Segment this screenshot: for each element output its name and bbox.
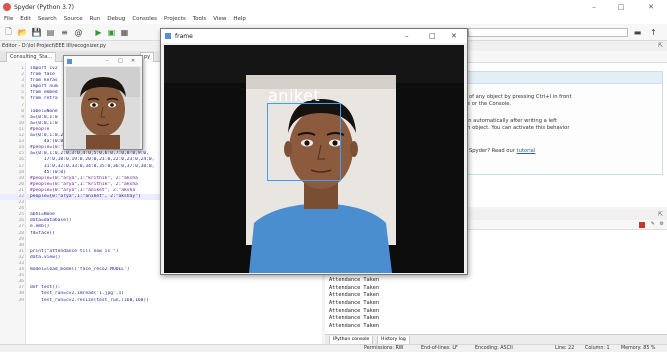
frame-minimize-button[interactable]: – xyxy=(405,32,409,40)
code-line[interactable]: 39 test_run=cv2.resize(test_run,(160,160… xyxy=(0,298,322,304)
face-crop-image xyxy=(66,67,140,149)
status-line: Line: 22 xyxy=(555,346,575,351)
console-tabs: IPython console History log xyxy=(325,334,667,345)
frame-maximize-button[interactable]: □ xyxy=(429,32,436,40)
working-directory-field[interactable] xyxy=(468,28,628,37)
window-title-bar: Spyder (Python 3.7) – □ ✕ xyxy=(0,0,667,14)
run-icon[interactable]: ▶ xyxy=(93,27,104,38)
status-encoding: Encoding: ASCII xyxy=(475,346,513,351)
status-bar: Permissions: RW End-of-lines: LF Encodin… xyxy=(0,344,667,352)
console-line: Attendance Taken xyxy=(329,284,379,291)
console-line: Attendance Taken xyxy=(329,322,379,329)
opencv-window-icon xyxy=(67,58,72,64)
menu-tools[interactable]: Tools xyxy=(193,16,207,22)
pane-float-icon[interactable]: ⇱ xyxy=(658,42,663,49)
frame-window-title-bar[interactable]: frame – □ ✕ xyxy=(161,29,467,43)
spyder-desktop: Spyder (Python 3.7) – □ ✕ File Edit Search… xyxy=(0,0,667,352)
parent-directory-icon[interactable]: ↑ xyxy=(648,27,659,38)
status-permissions: Permissions: RW xyxy=(364,346,404,351)
menu-debug[interactable]: Debug xyxy=(107,16,125,22)
menu-search[interactable]: Search xyxy=(38,16,57,22)
help-card-header xyxy=(456,72,662,84)
wrench-icon[interactable]: ✎ xyxy=(651,221,655,227)
console-line: Attendance Taken xyxy=(329,315,379,322)
help-intro-card: p of any object by pressing Ctrl+I in fr… xyxy=(455,71,663,175)
help-text-4: an object. You can activate this behavio… xyxy=(464,125,570,131)
face-minimize-button[interactable]: – xyxy=(106,58,109,64)
console-line: Attendance Taken xyxy=(329,299,379,306)
tutorial-link[interactable]: tutorial xyxy=(517,148,536,154)
opencv-frame-icon xyxy=(165,33,171,39)
frame-window-title: frame xyxy=(175,32,193,40)
browse-folder-icon[interactable]: ▬ xyxy=(632,27,643,38)
status-column: Column: 1 xyxy=(585,346,610,351)
help-text-3: wn automatically after writing a left xyxy=(464,118,557,124)
save-icon[interactable]: 💾 xyxy=(31,27,42,38)
save-all-icon[interactable]: ▤ xyxy=(45,27,56,38)
list-icon[interactable]: ≡ xyxy=(59,27,70,38)
help-text-1: p of any object by pressing Ctrl+I in fr… xyxy=(464,94,572,100)
menu-help[interactable]: Help xyxy=(233,16,246,22)
console-pane-float-icon[interactable]: ⇱ xyxy=(658,211,663,218)
menu-view[interactable]: View xyxy=(213,16,226,22)
menu-source[interactable]: Source xyxy=(64,16,83,22)
console-line: Attendance Taken xyxy=(329,307,379,314)
new-file-icon[interactable]: 🗋 xyxy=(3,27,14,38)
minimize-button[interactable]: – xyxy=(583,0,605,14)
close-button[interactable]: ✕ xyxy=(640,0,662,14)
settings-icon[interactable]: @ xyxy=(73,27,84,38)
status-eol: End-of-lines: LF xyxy=(421,346,458,351)
maximize-button[interactable]: □ xyxy=(610,0,632,14)
menu-file[interactable]: File xyxy=(4,16,13,22)
menu-run[interactable]: Run xyxy=(90,16,101,22)
line-number: 39 xyxy=(18,297,24,303)
open-file-icon[interactable]: 📂 xyxy=(17,27,28,38)
help-text-2: ile or the Console. xyxy=(464,101,512,107)
run-cell-icon[interactable]: ▣ xyxy=(106,27,117,38)
face-bounding-box xyxy=(267,103,341,181)
menu-projects[interactable]: Projects xyxy=(164,16,186,22)
console-line: Attendance Taken xyxy=(329,292,379,299)
stop-kernel-icon[interactable] xyxy=(639,222,645,228)
status-memory: Memory: 85 % xyxy=(621,346,656,351)
recognized-name-label: aniket xyxy=(268,86,321,105)
help-text-6: p Spyder? Read our tutorial xyxy=(464,148,535,154)
face-maximize-button[interactable]: □ xyxy=(118,58,123,64)
face-crop-portrait xyxy=(66,67,140,149)
face-window-title-bar[interactable]: – □ ✕ xyxy=(64,56,142,66)
run-cell-advance-icon[interactable]: ▦ xyxy=(119,27,130,38)
frame-window[interactable]: frame – □ ✕ aniket xyxy=(160,28,468,275)
frame-close-button[interactable]: ✕ xyxy=(451,32,457,40)
menu-consoles[interactable]: Consoles xyxy=(132,16,157,22)
help-tutorial-prefix: p Spyder? Read our xyxy=(464,148,517,154)
editor-tab-consulting[interactable]: Consulting_Sta... xyxy=(6,52,57,62)
webcam-feed: aniket xyxy=(164,45,464,273)
code-text: test_run=cv2.resize(test_run,(160,160)) xyxy=(30,297,149,303)
menu-edit[interactable]: Edit xyxy=(20,16,31,22)
options-icon[interactable]: ⚙ xyxy=(660,221,664,227)
console-line: Attendance Taken xyxy=(329,277,379,284)
window-title: Spyder (Python 3.7) xyxy=(14,3,74,11)
menu-bar: File Edit Search Source Run Debug Consoles Proj… xyxy=(0,14,667,24)
spyder-logo-icon xyxy=(3,3,11,11)
face-crop-window[interactable]: – □ ✕ xyxy=(63,55,143,150)
face-close-button[interactable]: ✕ xyxy=(131,58,135,64)
